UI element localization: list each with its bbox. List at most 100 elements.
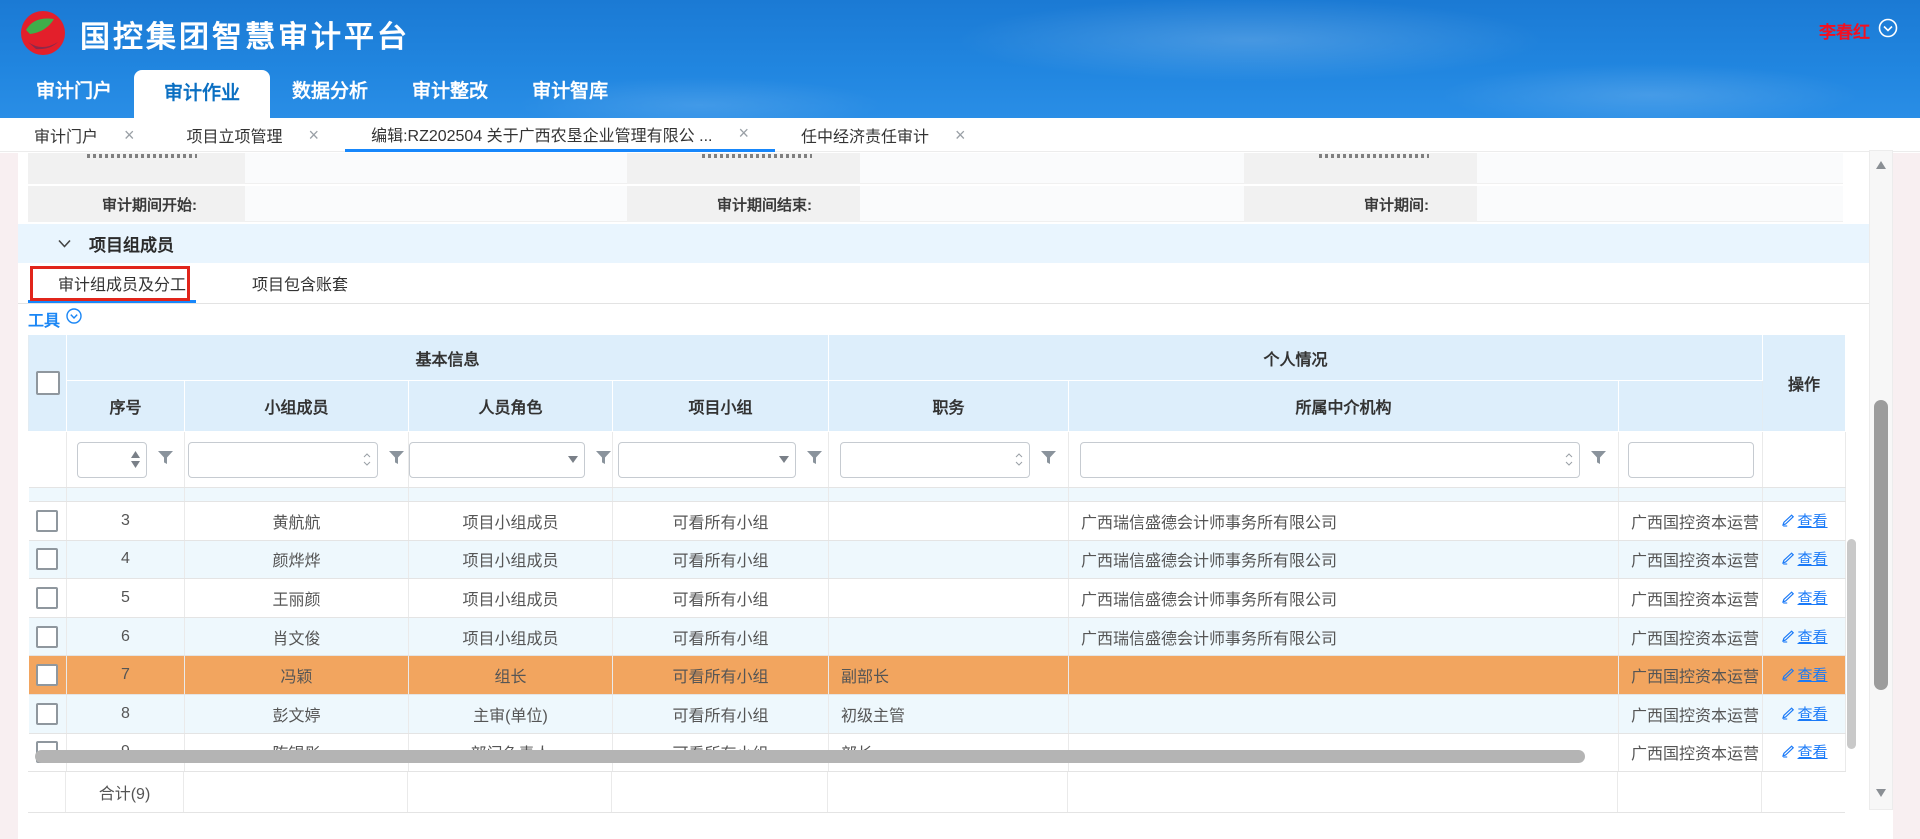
row-checkbox-cell [29, 502, 67, 541]
view-link[interactable]: 查看 [1781, 587, 1828, 608]
member-filter-input[interactable] [188, 442, 378, 478]
project-members-section-header[interactable]: 项目组成员 [18, 224, 1893, 263]
row-checkbox[interactable] [36, 664, 58, 686]
filter-funnel-icon[interactable] [1590, 450, 1607, 470]
seq-cell: 7 [67, 656, 185, 695]
column-header-row: 序号 小组成员 人员角色 项目小组 职务 所属中介机构 [29, 381, 1846, 432]
page-margin-right [1893, 153, 1920, 839]
view-link[interactable]: 查看 [1781, 510, 1828, 531]
row-checkbox[interactable] [36, 510, 58, 532]
view-link[interactable]: 查看 [1781, 548, 1828, 569]
filter-funnel-icon[interactable] [1040, 450, 1057, 470]
project-group-cell: 可看所有小组 [613, 540, 829, 579]
document-tab-label: 项目立项管理 [187, 123, 283, 147]
nav-item[interactable]: 审计整改 [390, 66, 510, 118]
table-row[interactable]: 5 王丽颜 项目小组成员 可看所有小组 广西瑞信盛德会计师事务所有限公司 广西国… [29, 579, 1846, 618]
filter-funnel-icon[interactable] [157, 450, 174, 470]
table-row[interactable]: 3 黄航航 项目小组成员 可看所有小组 广西瑞信盛德会计师事务所有限公司 广西国… [29, 502, 1846, 541]
audit-period-field[interactable] [1477, 186, 1843, 222]
agency-cell: 广西瑞信盛德会计师事务所有限公司 [1069, 502, 1619, 541]
filter-funnel-icon[interactable] [595, 450, 612, 470]
select-all-checkbox[interactable] [36, 371, 60, 395]
footer-cell [184, 772, 408, 812]
nav-item[interactable]: 审计作业 [134, 70, 270, 118]
agency-filter-input[interactable] [1080, 442, 1580, 478]
scroll-down-arrow[interactable] [1874, 786, 1888, 800]
document-tab[interactable]: 审计门户× [8, 118, 161, 152]
view-link[interactable]: 查看 [1781, 626, 1828, 647]
chevron-down-circle-icon[interactable] [66, 308, 82, 329]
view-link[interactable]: 查看 [1781, 741, 1828, 762]
seq-cell: 5 [67, 579, 185, 618]
position-filter-input[interactable] [840, 442, 1030, 478]
filter-funnel-icon[interactable] [388, 450, 405, 470]
horizontal-scrollbar-thumb[interactable] [35, 750, 1585, 763]
select-all-cell [29, 335, 67, 432]
page-margin-left [0, 153, 18, 839]
member-cell: 王丽颜 [185, 579, 409, 618]
close-icon[interactable]: × [124, 125, 135, 146]
form-field[interactable] [245, 153, 627, 184]
group-header-basic-info: 基本信息 [67, 335, 829, 381]
user-name[interactable]: 李春红 [1819, 18, 1870, 43]
project-group-filter-select[interactable] [618, 442, 796, 478]
nav-item[interactable]: 数据分析 [270, 66, 390, 118]
close-icon[interactable]: × [955, 125, 966, 146]
nav-item[interactable]: 审计门户 [14, 66, 134, 118]
form-field[interactable] [860, 153, 1244, 184]
tools-label[interactable]: 工具 [28, 307, 60, 331]
seq-cell: 8 [67, 694, 185, 733]
table-row[interactable]: 4 颜烨烨 项目小组成员 可看所有小组 广西瑞信盛德会计师事务所有限公司 广西国… [29, 540, 1846, 579]
row-checkbox-cell [29, 656, 67, 695]
audit-period-end-label: 审计期间结束: [627, 186, 860, 222]
filter-member-cell [185, 432, 409, 488]
row-checkbox[interactable] [36, 703, 58, 725]
chevron-down-icon[interactable] [58, 235, 71, 253]
audit-period-start-field[interactable] [245, 186, 627, 222]
extra-filter-input[interactable] [1628, 442, 1754, 478]
close-icon[interactable]: × [309, 125, 320, 146]
audit-platform-page: 国控集团智慧审计平台 李春红 审计门户审计作业数据分析审计整改审计智库 审计门户… [0, 0, 1920, 839]
document-tab[interactable]: 任中经济责任审计× [775, 118, 992, 152]
document-tab-label: 编辑:RZ202504 关于广西农垦企业管理有限公 ... [371, 122, 712, 146]
row-checkbox[interactable] [36, 626, 58, 648]
table-row-partial[interactable]: 可看所有小组 广西瑞信盛德会计师事务所有限公司 广西国控资本运营 查看 [29, 488, 1846, 502]
chevron-down-circle-icon[interactable] [1878, 18, 1898, 43]
table-vertical-scrollbar-thumb[interactable] [1847, 539, 1856, 749]
row-checkbox[interactable] [36, 587, 58, 609]
page-scrollbar-thumb[interactable] [1874, 400, 1888, 690]
audit-period-end-field[interactable] [860, 186, 1244, 222]
tools-menu[interactable]: 工具 [28, 304, 82, 333]
role-filter-select[interactable] [409, 442, 585, 478]
view-link[interactable]: 查看 [1781, 703, 1828, 724]
nav-item[interactable]: 审计智库 [510, 66, 630, 118]
clipped-label-text [702, 154, 812, 158]
row-checkbox[interactable] [36, 548, 58, 570]
action-cell: 查看 [1763, 579, 1846, 618]
table-row[interactable]: 6 肖文俊 项目小组成员 可看所有小组 广西瑞信盛德会计师事务所有限公司 广西国… [29, 617, 1846, 656]
org-cell: 广西国控资本运营 [1619, 656, 1763, 695]
role-cell: 组长 [409, 656, 613, 695]
document-tab[interactable]: 编辑:RZ202504 关于广西农垦企业管理有限公 ... × [345, 118, 775, 152]
footer-cell [1618, 772, 1762, 812]
user-menu[interactable]: 李春红 [1819, 18, 1898, 43]
member-cell: 颜烨烨 [185, 540, 409, 579]
form-field[interactable] [1477, 153, 1843, 184]
seq-number-spinner[interactable] [77, 442, 147, 478]
view-link[interactable]: 查看 [1781, 664, 1828, 685]
table-row[interactable]: 7 冯颖 组长 可看所有小组 副部长 广西国控资本运营 查看 [29, 656, 1846, 695]
table-row[interactable]: 8 彭文婷 主审(单位) 可看所有小组 初级主管 广西国控资本运营 查看 [29, 694, 1846, 733]
filter-row [29, 432, 1846, 488]
project-group-cell: 可看所有小组 [613, 694, 829, 733]
scroll-up-arrow[interactable] [1874, 158, 1888, 172]
form-label-cell [28, 153, 245, 184]
subtab-inactive[interactable]: 项目包含账套 [252, 271, 348, 295]
audit-period-label: 审计期间: [1244, 186, 1477, 222]
filter-funnel-icon[interactable] [806, 450, 823, 470]
position-cell [829, 579, 1069, 618]
column-header-seq: 序号 [67, 381, 185, 432]
cell: 广西国控资本运营 [1619, 488, 1763, 502]
document-tab[interactable]: 项目立项管理 × [161, 118, 346, 152]
subtab-active[interactable]: 审计组成员及分工 [58, 271, 186, 295]
close-icon[interactable]: × [738, 123, 749, 144]
